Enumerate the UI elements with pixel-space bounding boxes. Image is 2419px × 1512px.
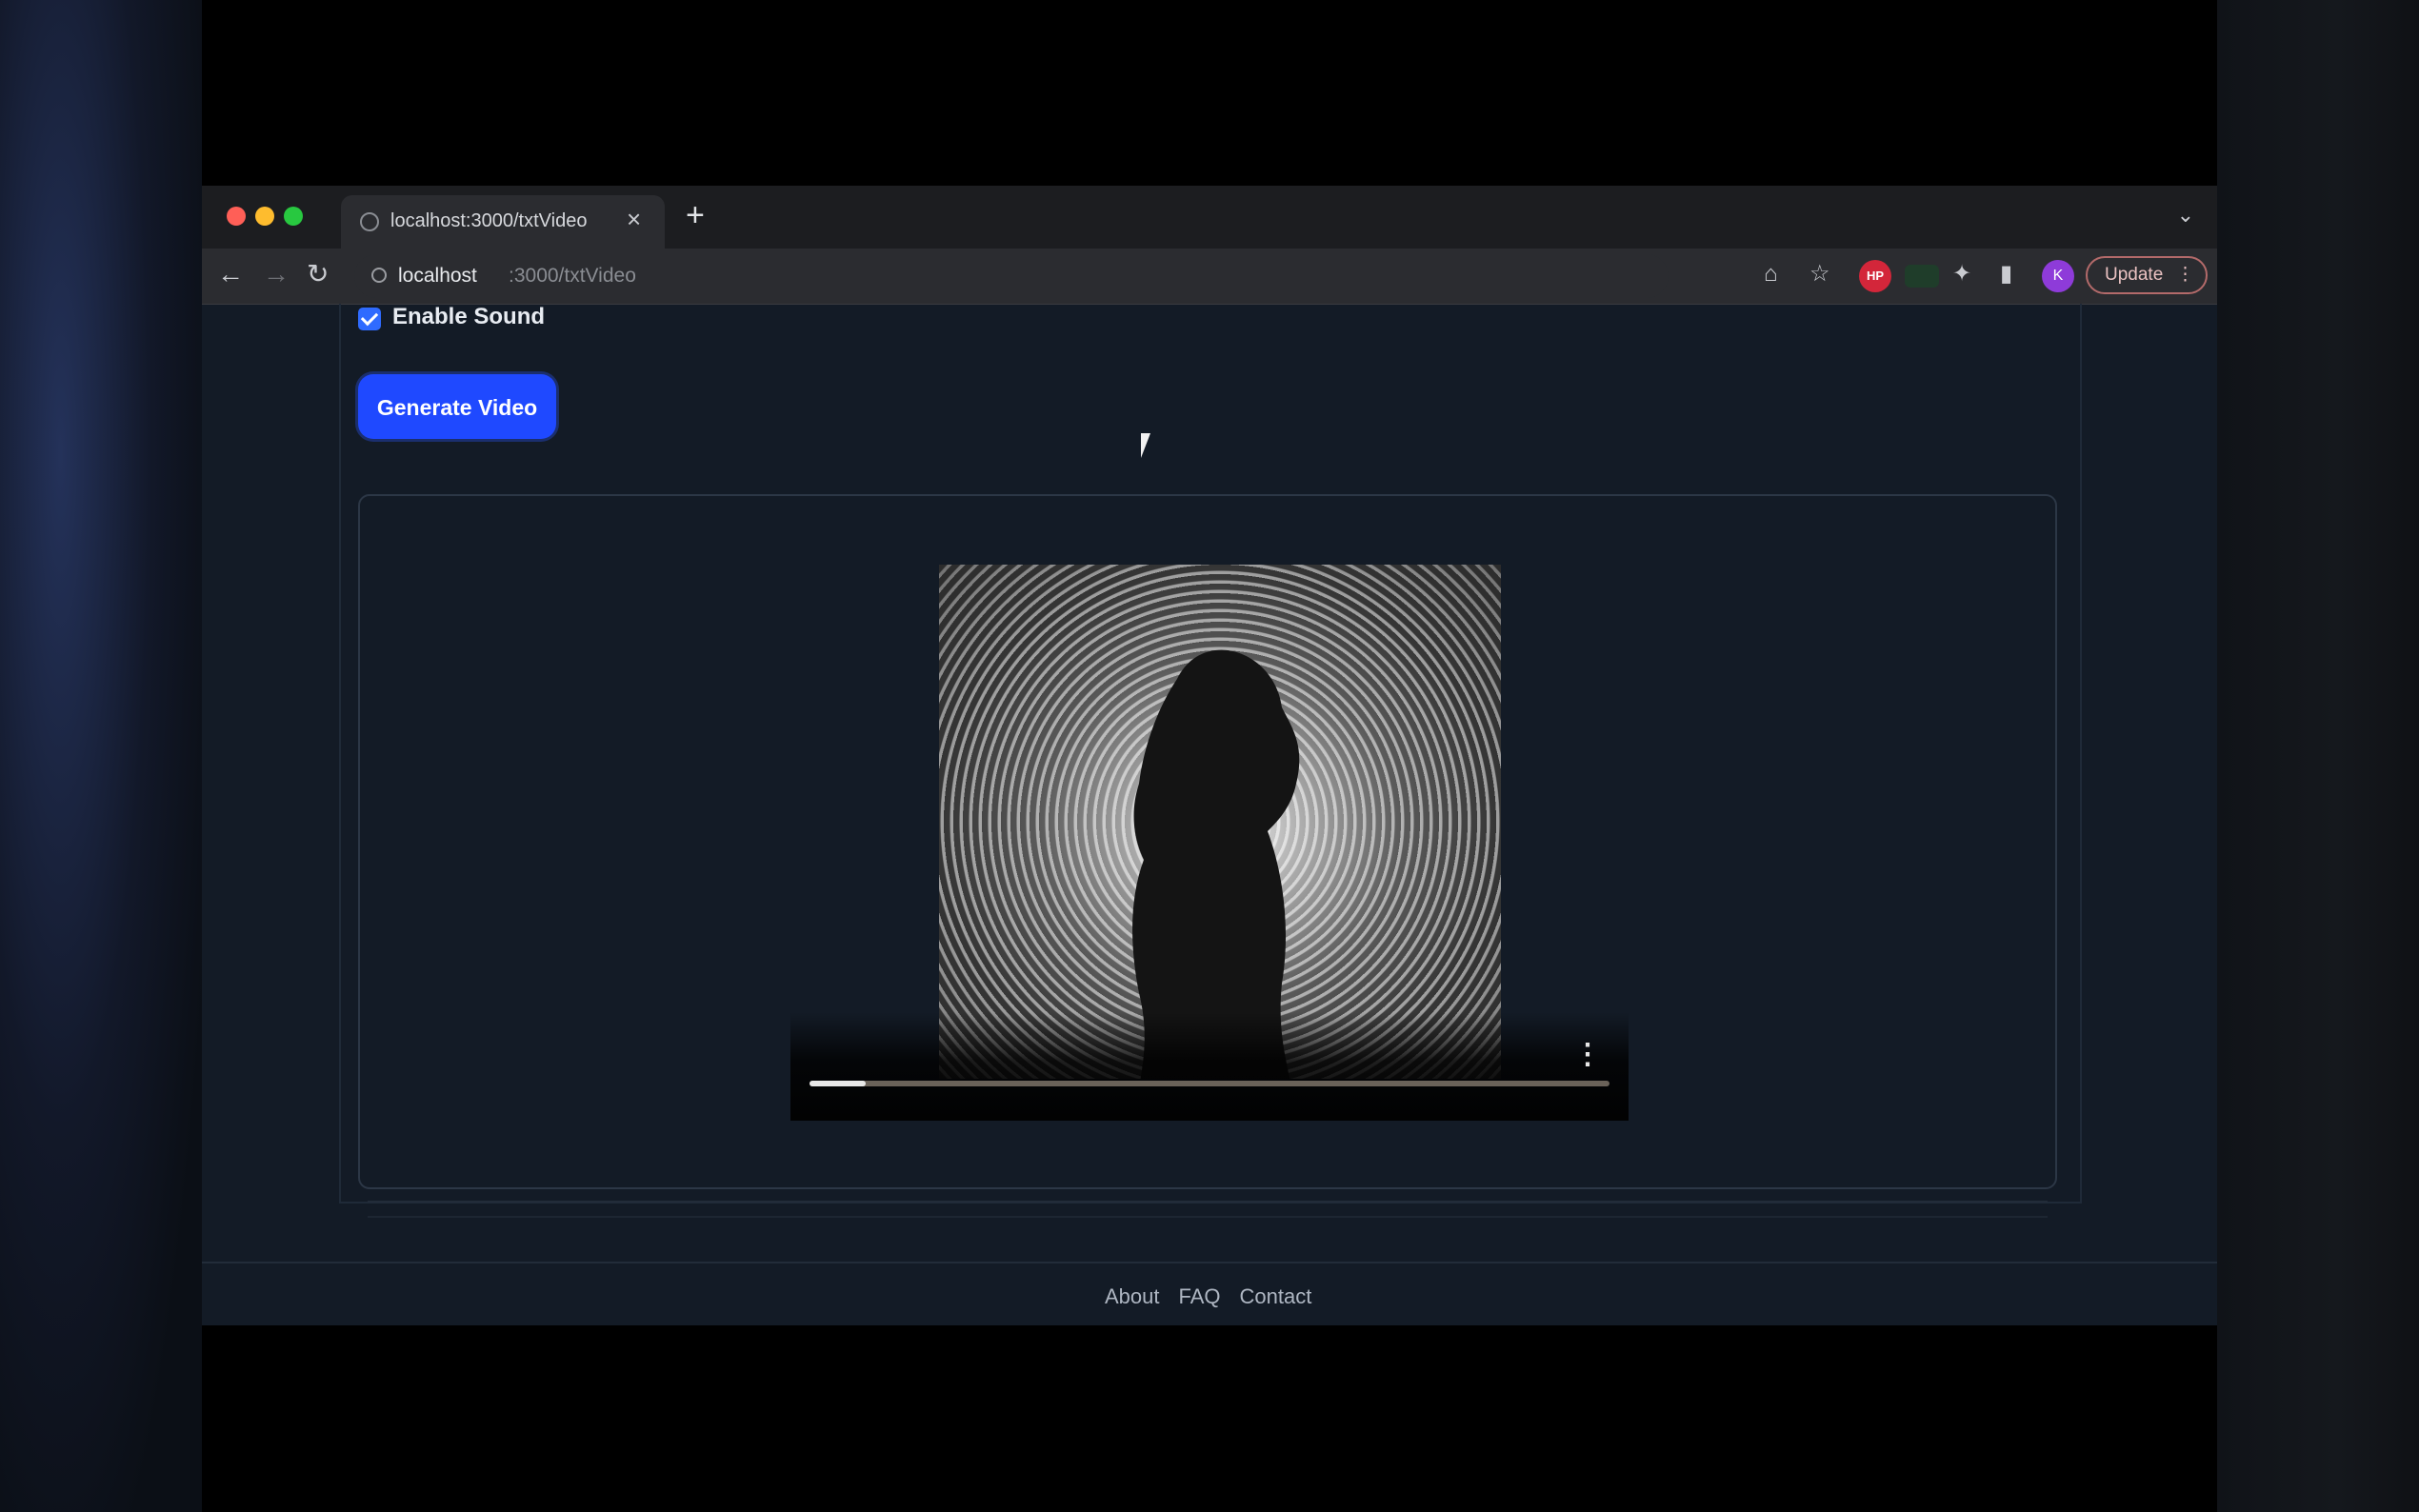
update-label: Update bbox=[2105, 265, 2164, 285]
footer-link-about[interactable]: About bbox=[1105, 1284, 1160, 1309]
reload-icon[interactable]: ↻ bbox=[307, 258, 329, 290]
background-right bbox=[2217, 0, 2419, 1512]
divider bbox=[368, 1201, 2048, 1203]
video-progress-bar[interactable] bbox=[810, 1081, 1609, 1086]
bookmark-star-icon[interactable]: ☆ bbox=[1809, 260, 1830, 288]
browser-window: localhost:3000/txtVideo × + ⌄ ← → ↻ loca… bbox=[202, 186, 2217, 1325]
video-controls: ⋮ bbox=[790, 1012, 1629, 1121]
more-options-icon[interactable]: ⋮ bbox=[1573, 1041, 1602, 1069]
letterbox-top bbox=[202, 0, 2217, 186]
footer-link-faq[interactable]: FAQ bbox=[1179, 1284, 1221, 1309]
back-icon[interactable]: ← bbox=[217, 258, 244, 290]
video-frame-image bbox=[939, 565, 1501, 1079]
close-window-button[interactable] bbox=[227, 207, 246, 226]
url-host: localhost bbox=[398, 265, 477, 287]
site-info-icon[interactable] bbox=[371, 268, 387, 283]
tab-strip: localhost:3000/txtVideo × + ⌄ bbox=[202, 186, 2217, 249]
menu-icon: ⋮ bbox=[2176, 265, 2194, 285]
footer-link-contact[interactable]: Contact bbox=[1240, 1284, 1312, 1309]
profile-avatar[interactable]: K bbox=[2042, 260, 2074, 292]
extension-badge-icon[interactable]: HP bbox=[1859, 260, 1891, 292]
url-path: :3000/txtVideo bbox=[509, 265, 636, 287]
close-tab-icon[interactable]: × bbox=[627, 207, 641, 231]
minimize-window-button[interactable] bbox=[255, 207, 274, 226]
generate-video-button[interactable]: Generate Video bbox=[358, 374, 556, 439]
cast-icon[interactable]: ⌂ bbox=[1764, 260, 1778, 288]
divider bbox=[368, 1216, 2048, 1218]
mouse-cursor-icon bbox=[1141, 433, 1150, 458]
tab-active[interactable]: localhost:3000/txtVideo × bbox=[341, 195, 665, 249]
footer-links: About FAQ Contact bbox=[1105, 1284, 1311, 1309]
address-bar[interactable]: localhost :3000/txtVideo bbox=[354, 254, 1669, 298]
video-progress-fill bbox=[810, 1081, 866, 1086]
browser-toolbar: ← → ↻ localhost :3000/txtVideo ⌂ ☆ HP ✦ … bbox=[202, 249, 2217, 305]
tab-title: localhost:3000/txtVideo bbox=[390, 210, 588, 231]
side-panel-icon[interactable]: ▮ bbox=[2000, 260, 2012, 288]
globe-icon bbox=[360, 212, 379, 231]
footer: About FAQ Contact bbox=[202, 1262, 2217, 1325]
video-player[interactable]: ⋮ bbox=[790, 565, 1629, 1121]
update-button[interactable]: Update ⋮ bbox=[2086, 256, 2208, 294]
puzzle-icon[interactable]: ✦ bbox=[1952, 260, 1971, 288]
new-tab-icon[interactable]: + bbox=[686, 199, 705, 231]
background-left bbox=[0, 0, 202, 1512]
chevron-down-icon[interactable]: ⌄ bbox=[2177, 203, 2194, 228]
forward-icon[interactable]: → bbox=[263, 258, 290, 290]
enable-sound-checkbox[interactable] bbox=[358, 308, 381, 330]
letterbox-bottom bbox=[202, 1325, 2217, 1512]
extension-icon[interactable] bbox=[1905, 265, 1939, 288]
enable-sound-label[interactable]: Enable Sound bbox=[392, 304, 545, 330]
maximize-window-button[interactable] bbox=[284, 207, 303, 226]
